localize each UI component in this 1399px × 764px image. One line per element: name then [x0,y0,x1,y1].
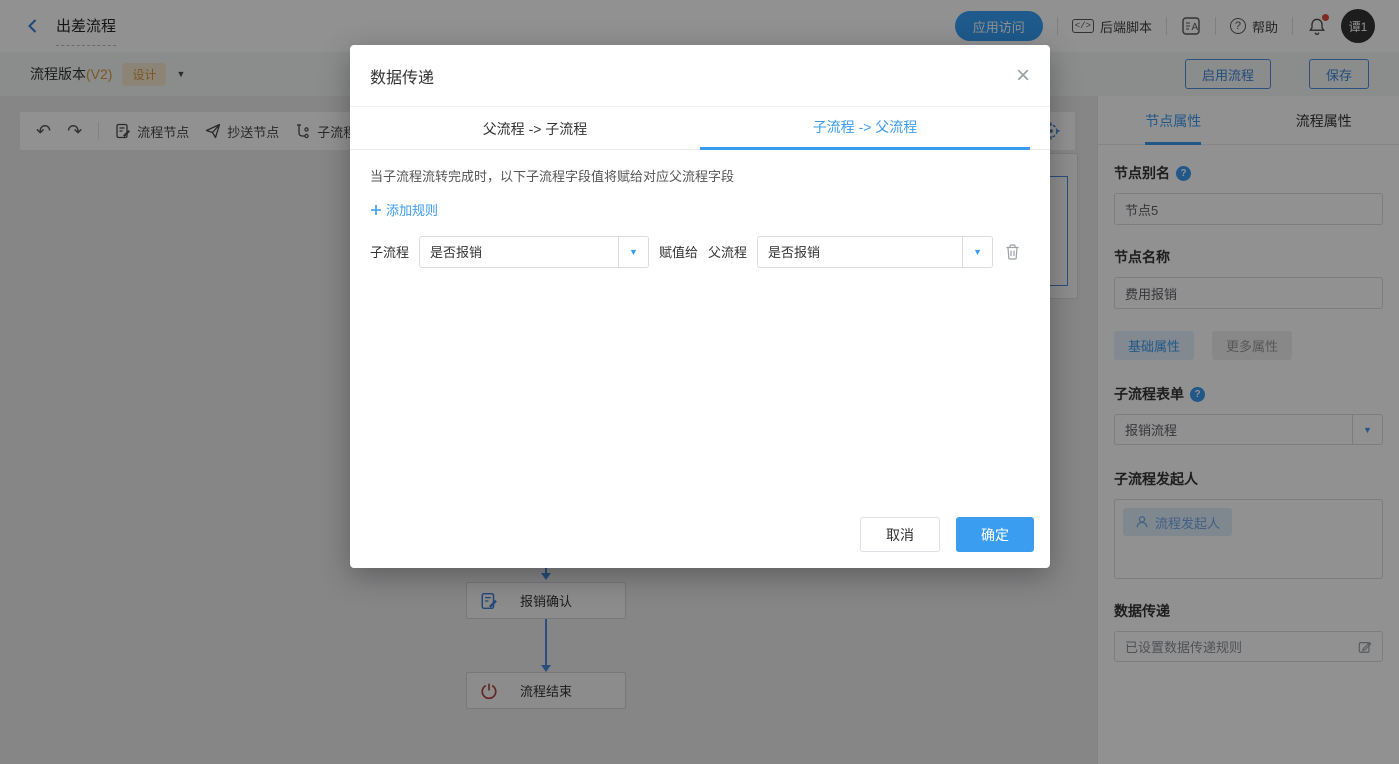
add-rule-button[interactable]: 添加规则 [370,200,438,219]
tab-parent-to-child[interactable]: 父流程 -> 子流程 [370,107,700,150]
subflow-field-select[interactable]: 是否报销 ▼ [419,236,649,268]
close-icon[interactable]: × [1016,64,1030,88]
parent-field-select[interactable]: 是否报销 ▼ [757,236,993,268]
modal-tabs: 父流程 -> 子流程 子流程 -> 父流程 [370,107,1030,150]
plus-icon [370,204,382,216]
confirm-button[interactable]: 确定 [956,517,1034,552]
modal-description: 当子流程流转完成时，以下子流程字段值将赋给对应父流程字段 [370,166,1030,185]
chevron-down-icon: ▼ [618,237,648,267]
trash-icon [1005,244,1020,260]
data-transfer-modal: 数据传递 × 父流程 -> 子流程 子流程 -> 父流程 当子流程流转完成时，以… [350,45,1050,568]
rule-row: 子流程 是否报销 ▼ 赋值给 父流程 是否报销 ▼ [370,236,1030,268]
tab-child-to-parent[interactable]: 子流程 -> 父流程 [700,107,1030,150]
assign-to-label: 赋值给 [659,242,698,261]
subflow-label: 子流程 [370,242,409,261]
modal-header: 数据传递 × [350,45,1050,107]
modal-title: 数据传递 [370,64,434,88]
chevron-down-icon: ▼ [962,237,992,267]
cancel-button[interactable]: 取消 [860,517,940,552]
delete-rule-button[interactable] [1005,244,1020,260]
parent-flow-label: 父流程 [708,242,747,261]
modal-footer: 取消 确定 [860,517,1034,552]
